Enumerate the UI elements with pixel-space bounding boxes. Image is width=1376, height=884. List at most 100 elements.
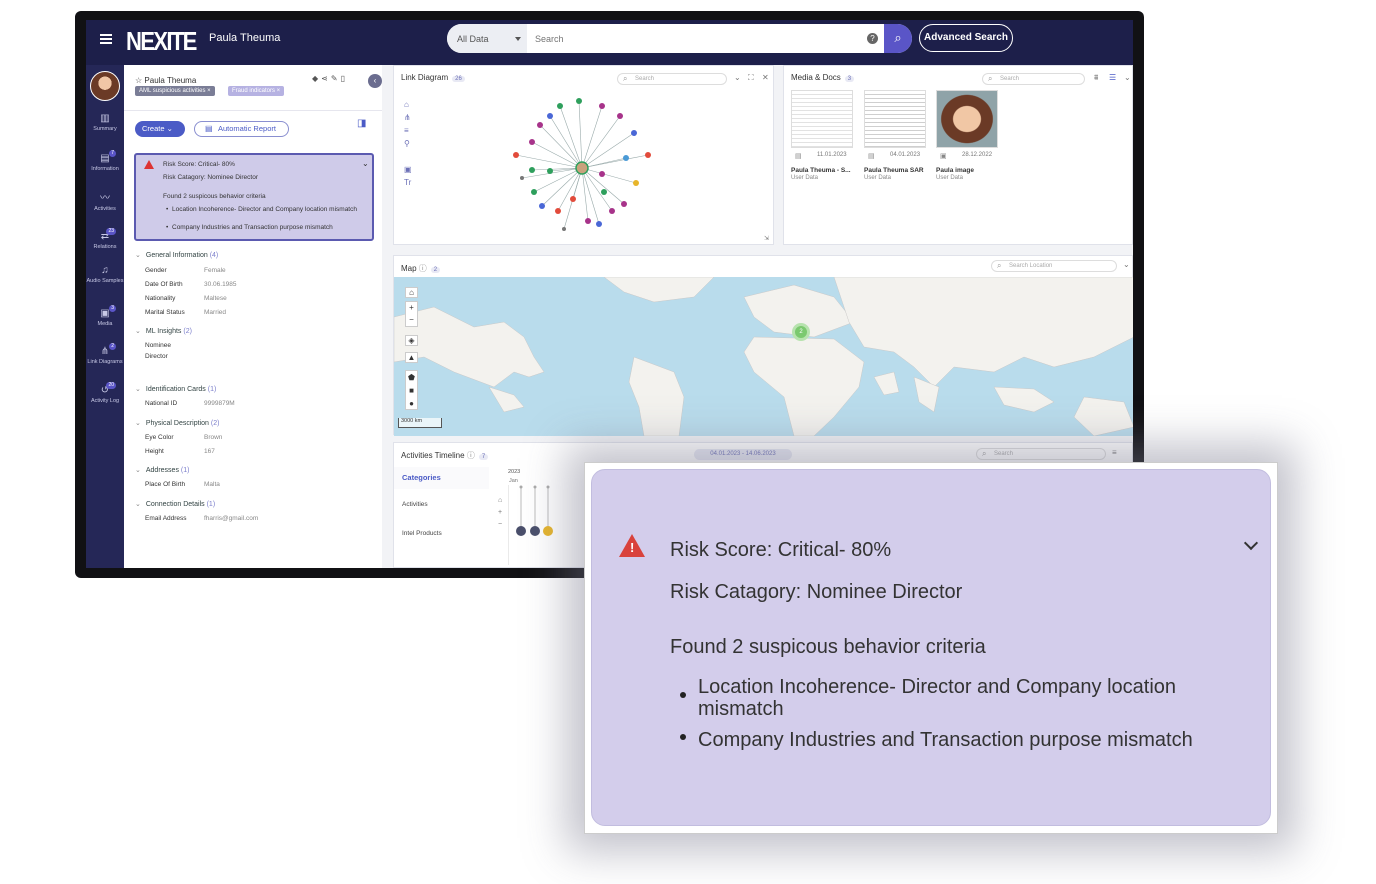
zoom-in-icon[interactable]: + — [409, 303, 414, 312]
risk-card-zoom-callout: ! Risk Score: Critical- 80% Risk Catagor… — [584, 462, 1278, 834]
map-cluster-marker[interactable]: 2 — [792, 323, 810, 341]
nav-item-activities[interactable]: 〰 Activities — [86, 193, 124, 212]
chevron-down-icon[interactable]: ⌄ — [1123, 260, 1130, 269]
home-icon[interactable]: ⌂ — [404, 100, 409, 109]
map-search-location[interactable]: Search Location — [991, 260, 1117, 272]
timeline-controls: ⌂ + − — [498, 495, 502, 531]
nav-item-media[interactable]: 3 ▣ Media — [86, 305, 124, 327]
timeline-date-range[interactable]: 04.01.2023 - 14.06.2023 — [694, 449, 792, 460]
field-label: Nationality — [145, 295, 176, 302]
delete-icon[interactable]: ▯ — [341, 74, 348, 83]
menu-icon[interactable] — [100, 34, 112, 44]
nav-item-relations[interactable]: 23 ⇄ Relations — [86, 228, 124, 250]
section-count: (1) — [207, 386, 217, 393]
nav-item-summary[interactable]: ▥ Summary — [86, 113, 124, 132]
field-label: National ID — [145, 400, 178, 407]
section-general-information[interactable]: ⌄ General Information (4) — [135, 251, 218, 259]
risk-card[interactable]: ⌄ Risk Score: Critical- 80% Risk Catagor… — [134, 153, 374, 241]
rectangle-icon[interactable]: ■ — [409, 386, 414, 395]
field-label: Place Of Birth — [145, 481, 186, 488]
timeline-category[interactable]: Activities — [394, 498, 489, 524]
nav-item-audio-samples[interactable]: ♫ Audio Samples — [86, 265, 124, 284]
menu-icon[interactable]: ≡ — [1112, 448, 1117, 457]
draw-tools: ⬟ ■ ● — [405, 370, 418, 410]
timeline-events[interactable] — [508, 485, 558, 565]
search-scope-select[interactable]: All Data — [447, 24, 527, 53]
tag-aml[interactable]: AML suspicious activities × — [135, 86, 215, 96]
expand-icon[interactable]: ⛶ — [748, 73, 754, 83]
chevron-down-icon[interactable]: ⌄ — [362, 159, 369, 168]
close-icon[interactable]: ✕ — [762, 73, 769, 82]
bullet — [680, 692, 686, 698]
timeline-search[interactable]: Search — [976, 448, 1106, 460]
automatic-report-button[interactable]: ▤ Automatic Report — [194, 121, 289, 137]
section-ml-insights[interactable]: ⌄ ML Insights (2) — [135, 327, 192, 335]
advanced-search-button[interactable]: Advanced Search — [919, 24, 1013, 52]
link-diagram-title: Link Diagram — [401, 73, 449, 82]
section-addresses[interactable]: ⌄ Addresses (1) — [135, 466, 189, 474]
tag-icon[interactable]: ◆ — [312, 74, 321, 83]
layers-icon[interactable]: ◈ — [405, 335, 418, 346]
notifications-icon[interactable]: ◨ — [357, 118, 366, 129]
home-icon[interactable]: ⌂ — [498, 497, 502, 504]
timeline-category[interactable]: Intel Products — [394, 527, 489, 553]
search-scope-value: All Data — [457, 34, 489, 44]
nav-item-information[interactable]: 7 ▤ Information — [86, 150, 124, 172]
nav-label: Information — [91, 166, 119, 172]
section-connection-details[interactable]: ⌄ Connection Details (1) — [135, 500, 215, 508]
chevron-down-icon: ⌄ — [135, 386, 141, 393]
image-file-icon: ▣ — [940, 153, 947, 160]
star-icon[interactable]: ☆ — [135, 76, 144, 85]
field-label: Eye Color — [145, 434, 174, 441]
text-icon[interactable]: Tr — [404, 178, 411, 187]
link-diagram-graph[interactable] — [504, 96, 664, 241]
list-icon[interactable]: ≡ — [404, 126, 409, 135]
zoom-out-icon[interactable]: − — [498, 521, 502, 528]
media-date: 04.01.2023 — [890, 152, 921, 158]
nav-badge: 7 — [109, 150, 116, 157]
home-icon[interactable]: ⌂ — [405, 287, 418, 298]
collapse-panel-button[interactable]: ‹ — [368, 74, 382, 88]
section-count: (1) — [180, 467, 190, 474]
zoom-in-icon[interactable]: + — [498, 509, 502, 516]
profile-name-text: Paula Theuma — [144, 76, 197, 85]
chevron-down-icon[interactable] — [1243, 535, 1259, 551]
world-map[interactable]: 2 ⌂ + − ◈ ▲ ⬟ ■ ● 3000 km — [394, 277, 1133, 436]
field-value: Female — [204, 267, 226, 274]
link-diagram-search[interactable]: Search — [617, 73, 727, 85]
nav-badge: 3 — [109, 305, 116, 312]
media-source: User Data — [864, 175, 892, 181]
nav-label: Link Diagrams — [87, 359, 123, 365]
section-identification-cards[interactable]: ⌄ Identification Cards (1) — [135, 385, 216, 393]
chevron-down-icon[interactable]: ⌄ — [734, 73, 741, 82]
create-button[interactable]: Create ⌄ — [135, 121, 185, 137]
avatar[interactable] — [90, 71, 120, 101]
nav-label: Summary — [93, 126, 117, 132]
circle-icon[interactable]: ● — [409, 399, 414, 408]
person-icon[interactable]: ⚲ — [404, 139, 410, 148]
hierarchy-icon[interactable]: ⋔ — [404, 113, 411, 122]
resize-icon[interactable]: ⇲ — [764, 235, 769, 242]
search-button[interactable]: ⌕ — [884, 24, 912, 53]
section-title: Connection Details — [145, 501, 205, 508]
map-title: Map — [401, 264, 417, 273]
chart-icon: ▥ — [100, 113, 110, 124]
risk-card-enlarged[interactable]: ! Risk Score: Critical- 80% Risk Catagor… — [591, 469, 1271, 826]
tag-fraud[interactable]: Fraud indicators × — [228, 86, 285, 96]
section-physical-description[interactable]: ⌄ Physical Description (2) — [135, 419, 219, 427]
timeline-year: 2023 — [508, 469, 521, 475]
edit-icon[interactable]: ✎ — [331, 74, 341, 83]
polygon-icon[interactable]: ⬟ — [408, 373, 415, 382]
help-icon[interactable]: ? — [867, 33, 878, 44]
count-badge: 2 — [430, 267, 441, 273]
media-name: Paula Theuma - S... — [791, 167, 851, 174]
section-count: (2) — [210, 420, 220, 427]
share-icon[interactable]: ⋖ — [321, 74, 331, 83]
search-input[interactable] — [527, 24, 872, 53]
triangle-icon[interactable]: ▲ — [405, 352, 418, 363]
zoom-out-icon[interactable]: − — [409, 315, 414, 324]
field-value: Married — [204, 309, 227, 316]
nav-item-link-diagrams[interactable]: 2 ⋔ Link Diagrams — [86, 343, 124, 365]
nav-item-activity-log[interactable]: 20 ↺ Activity Log — [86, 382, 124, 404]
image-icon[interactable]: ▣ — [404, 165, 412, 174]
